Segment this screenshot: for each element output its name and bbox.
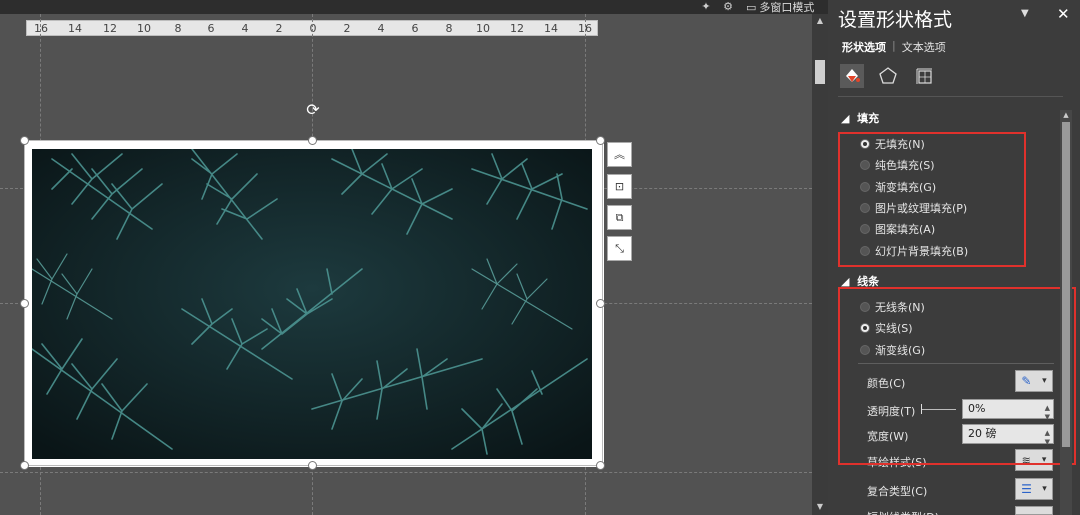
ruler-tick: 4	[241, 22, 249, 35]
panel-divider	[838, 96, 1063, 97]
ruler-tick: 12	[103, 22, 117, 35]
ruler-tick: 2	[343, 22, 351, 35]
fill-highlight-box	[838, 132, 1026, 267]
canvas-vertical-scrollbar[interactable]: ▲ ▼	[812, 14, 828, 515]
panel-tabs: 形状选项 | 文本选项	[842, 39, 946, 55]
multi-window-mode-button[interactable]: ▭ 多窗口模式	[746, 0, 815, 15]
chevron-down-icon: ▾	[1042, 484, 1047, 494]
ruler-tick: 14	[544, 22, 558, 35]
ruler-tick: 16	[34, 22, 48, 35]
scroll-up-arrow-icon[interactable]: ▲	[815, 16, 825, 25]
gear-icon[interactable]: ⚙	[721, 0, 735, 14]
close-icon[interactable]: ✕	[1057, 5, 1070, 23]
resize-handle-right[interactable]	[596, 299, 605, 308]
resize-handle-left[interactable]	[20, 299, 29, 308]
ruler-tick: 10	[137, 22, 151, 35]
tab-text-options[interactable]: 文本选项	[902, 39, 946, 55]
fill-header-label: 填充	[857, 112, 880, 125]
compound-lines-icon: ☰	[1021, 482, 1032, 496]
scroll-up-arrow-icon[interactable]: ▲	[1060, 111, 1072, 119]
line-highlight-box	[838, 287, 1076, 465]
window-icon: ▭	[746, 0, 757, 14]
multi-window-label: 多窗口模式	[759, 1, 815, 14]
dash-type-dropdown[interactable]	[1015, 506, 1053, 515]
ruler-tick: 6	[207, 22, 215, 35]
resize-picture-icon[interactable]: ⤡	[607, 236, 632, 261]
resize-handle-top-left[interactable]	[20, 136, 29, 145]
arrange-layers-icon[interactable]: ⧉	[607, 205, 632, 230]
top-bar: ✦ ⚙ ▭ 多窗口模式	[0, 0, 828, 14]
resize-handle-bottom[interactable]	[308, 461, 317, 470]
collapse-up-icon[interactable]: ︽	[607, 142, 632, 167]
magnifier-icon[interactable]: ✦	[699, 0, 713, 14]
resize-handle-top-right[interactable]	[596, 136, 605, 145]
compound-type-label: 复合类型(C)	[867, 485, 928, 498]
guide-line[interactable]	[0, 472, 812, 473]
ruler-tick: 4	[377, 22, 385, 35]
dash-type-label: 短划线类型(D)	[867, 509, 939, 515]
panel-category-icons	[840, 64, 936, 88]
ruler-tick: 10	[476, 22, 490, 35]
fill-line-icon[interactable]	[840, 64, 864, 88]
panel-title: 设置形状格式	[838, 9, 953, 31]
compound-type-dropdown[interactable]: ☰ ▾	[1015, 478, 1053, 500]
ruler-tick: 8	[445, 22, 453, 35]
panel-scrollbar[interactable]: ▲	[1060, 110, 1072, 515]
crop-icon[interactable]: ⊡	[607, 174, 632, 199]
fill-section-header[interactable]: ◢ 填充	[841, 110, 879, 126]
ruler-tick: 8	[174, 22, 182, 35]
ruler-tick: 12	[510, 22, 524, 35]
collapse-triangle-icon: ◢	[841, 112, 850, 125]
size-properties-icon[interactable]	[912, 64, 936, 88]
rotate-handle-icon[interactable]: ⟳	[304, 101, 322, 119]
ruler-tick: 14	[68, 22, 82, 35]
ruler-tick: 6	[411, 22, 419, 35]
tab-separator: |	[892, 39, 896, 52]
scroll-down-arrow-icon[interactable]: ▼	[815, 502, 825, 511]
scrollbar-thumb[interactable]	[815, 60, 825, 84]
panel-options-dropdown-icon[interactable]: ▼	[1021, 8, 1029, 19]
panel-scrollbar-thumb[interactable]	[1062, 122, 1070, 447]
effects-pentagon-icon[interactable]	[876, 64, 900, 88]
ruler-tick: 0	[309, 22, 317, 35]
ruler-tick: 2	[275, 22, 283, 35]
format-shape-panel: 设置形状格式 ▼ ✕ 形状选项 | 文本选项 ◢ 填充 无填充(N) 纯色填充(…	[828, 0, 1080, 515]
resize-handle-top[interactable]	[308, 136, 317, 145]
resize-handle-bottom-right[interactable]	[596, 461, 605, 470]
resize-handle-bottom-left[interactable]	[20, 461, 29, 470]
selection-border	[24, 140, 603, 466]
tab-shape-options[interactable]: 形状选项	[842, 39, 886, 55]
